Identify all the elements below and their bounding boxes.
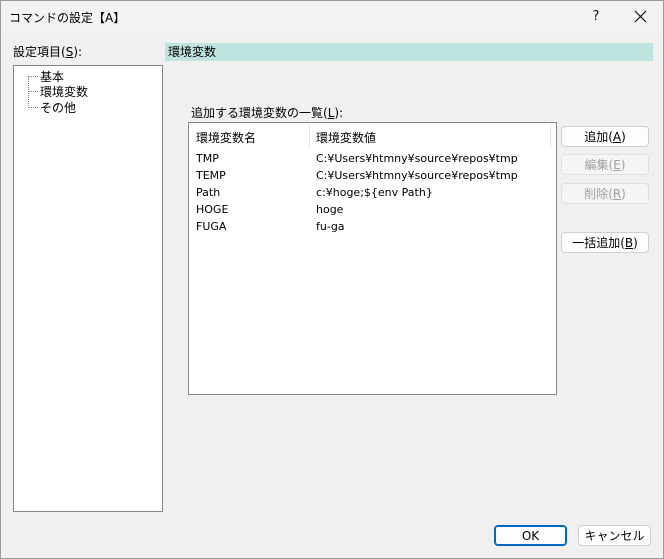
tree-item-label: 環境変数 — [39, 82, 90, 100]
column-header-value[interactable]: 環境変数値 — [316, 129, 376, 146]
cell-name: TEMP — [196, 169, 226, 182]
cell-value: fu-ga — [316, 220, 345, 233]
column-divider[interactable] — [550, 125, 551, 147]
close-icon — [634, 10, 646, 23]
settings-tree[interactable]: 基本 環境変数 その他 — [13, 65, 163, 512]
section-header: 環境変数 — [165, 43, 653, 61]
cell-value: C:¥Users¥htmny¥source¥repos¥tmp — [316, 152, 518, 165]
cell-name: FUGA — [196, 220, 227, 233]
help-icon: ? — [592, 9, 600, 24]
cancel-button[interactable]: キャンセル — [578, 525, 651, 546]
column-header-name[interactable]: 環境変数名 — [196, 129, 256, 146]
cell-name: Path — [196, 186, 221, 199]
cell-value: hoge — [316, 203, 344, 216]
edit-button[interactable]: 編集(E) — [561, 154, 649, 175]
title-bar: コマンドの設定【A】 ? — [1, 1, 663, 32]
column-divider[interactable] — [309, 125, 310, 147]
help-button[interactable]: ? — [573, 1, 619, 32]
add-button[interactable]: 追加(A) — [561, 126, 649, 147]
tree-item-other[interactable]: その他 — [28, 99, 77, 115]
delete-button[interactable]: 削除(R) — [561, 183, 649, 204]
tree-item-environment-variables[interactable]: 環境変数 — [28, 82, 90, 100]
list-header: 環境変数名 環境変数値 — [189, 123, 556, 149]
table-row[interactable]: HOGE hoge — [189, 202, 556, 219]
settings-items-label: 設定項目(S): — [13, 45, 83, 59]
table-row[interactable]: TEMP C:¥Users¥htmny¥source¥repos¥tmp — [189, 168, 556, 185]
table-row[interactable]: TMP C:¥Users¥htmny¥source¥repos¥tmp — [189, 151, 556, 168]
env-variables-list[interactable]: 環境変数名 環境変数値 TMP C:¥Users¥htmny¥source¥re… — [188, 122, 557, 395]
cell-value: c:¥hoge;${env Path} — [316, 186, 433, 199]
window-title: コマンドの設定【A】 — [9, 11, 126, 25]
table-row[interactable]: FUGA fu-ga — [189, 219, 556, 236]
env-list-label: 追加する環境変数の一覧(L): — [191, 106, 344, 120]
bulk-add-button[interactable]: 一括追加(B) — [561, 232, 649, 253]
cell-name: HOGE — [196, 203, 229, 216]
tree-item-label: その他 — [40, 100, 77, 115]
table-row[interactable]: Path c:¥hoge;${env Path} — [189, 185, 556, 202]
settings-dialog: コマンドの設定【A】 ? 設定項目(S): 基本 環境変数 その他 環境変数 追… — [0, 0, 664, 559]
cell-value: C:¥Users¥htmny¥source¥repos¥tmp — [316, 169, 518, 182]
ok-button[interactable]: OK — [494, 525, 567, 546]
cell-name: TMP — [196, 152, 219, 165]
close-button[interactable] — [617, 1, 663, 32]
